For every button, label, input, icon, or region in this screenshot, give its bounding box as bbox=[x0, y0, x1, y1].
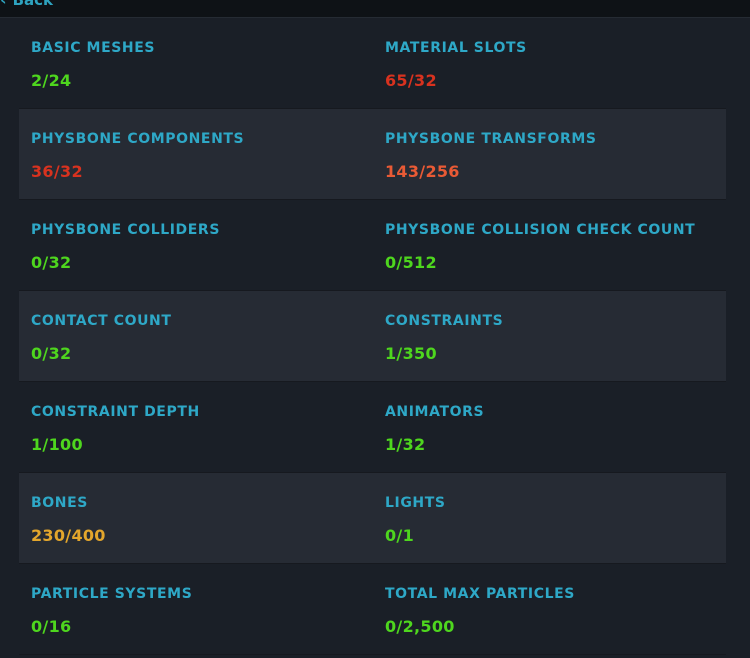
stat-value: 0/512 bbox=[385, 253, 437, 272]
stat-value: 1/350 bbox=[385, 344, 437, 363]
stats-row: CONSTRAINT DEPTH 1/100 ANIMATORS 1/32 bbox=[19, 382, 726, 473]
stat-label: CONSTRAINT DEPTH bbox=[31, 404, 200, 420]
stat-lights: LIGHTS 0/1 bbox=[385, 495, 446, 545]
stat-label: MATERIAL SLOTS bbox=[385, 40, 527, 56]
chevron-left-icon: ‹ bbox=[0, 0, 7, 8]
stat-label: BONES bbox=[31, 495, 88, 511]
stat-value: 1/32 bbox=[385, 435, 426, 454]
back-button[interactable]: ‹ Back bbox=[0, 0, 53, 10]
stat-physbone-colliders: PHYSBONE COLLIDERS 0/32 bbox=[31, 222, 220, 272]
stat-physbone-collision-check-count: PHYSBONE COLLISION CHECK COUNT 0/512 bbox=[385, 222, 695, 272]
stats-row: PARTICLE SYSTEMS 0/16 TOTAL MAX PARTICLE… bbox=[19, 564, 726, 655]
stats-row: BONES 230/400 LIGHTS 0/1 bbox=[19, 473, 726, 564]
stat-material-slots: MATERIAL SLOTS 65/32 bbox=[385, 40, 527, 90]
stat-label: PHYSBONE COLLISION CHECK COUNT bbox=[385, 222, 696, 238]
stat-label: PHYSBONE COLLIDERS bbox=[31, 222, 220, 238]
stat-value: 0/32 bbox=[31, 344, 72, 363]
stat-contact-count: CONTACT COUNT 0/32 bbox=[31, 313, 172, 363]
stat-label: LIGHTS bbox=[385, 495, 446, 511]
stat-animators: ANIMATORS 1/32 bbox=[385, 404, 484, 454]
stat-label: PHYSBONE COMPONENTS bbox=[31, 131, 245, 147]
stat-label: CONSTRAINTS bbox=[385, 313, 504, 329]
stat-value: 65/32 bbox=[385, 71, 437, 90]
stats-row: BASIC MESHES 2/24 MATERIAL SLOTS 65/32 bbox=[19, 18, 726, 109]
stat-physbone-components: PHYSBONE COMPONENTS 36/32 bbox=[31, 131, 244, 181]
stat-label: PHYSBONE TRANSFORMS bbox=[385, 131, 597, 147]
stat-label: CONTACT COUNT bbox=[31, 313, 172, 329]
stats-row: PHYSBONE COMPONENTS 36/32 PHYSBONE TRANS… bbox=[19, 109, 726, 200]
stat-label: ANIMATORS bbox=[385, 404, 485, 420]
stat-total-max-particles: TOTAL MAX PARTICLES 0/2,500 bbox=[385, 586, 575, 636]
performance-stats-panel: BASIC MESHES 2/24 MATERIAL SLOTS 65/32 P… bbox=[19, 18, 726, 658]
stat-value: 143/256 bbox=[385, 162, 460, 181]
stat-label: PARTICLE SYSTEMS bbox=[31, 586, 193, 602]
back-label: Back bbox=[12, 0, 54, 9]
stats-row: CONTACT COUNT 0/32 CONSTRAINTS 1/350 bbox=[19, 291, 726, 382]
stat-value: 0/16 bbox=[31, 617, 72, 636]
stat-basic-meshes: BASIC MESHES 2/24 bbox=[31, 40, 155, 90]
stat-value: 2/24 bbox=[31, 71, 72, 90]
stat-constraint-depth: CONSTRAINT DEPTH 1/100 bbox=[31, 404, 200, 454]
stat-value: 230/400 bbox=[31, 526, 106, 545]
stat-value: 0/1 bbox=[385, 526, 415, 545]
stat-value: 36/32 bbox=[31, 162, 83, 181]
stat-constraints: CONSTRAINTS 1/350 bbox=[385, 313, 503, 363]
stat-value: 1/100 bbox=[31, 435, 83, 454]
stat-value: 0/32 bbox=[31, 253, 72, 272]
stat-label: BASIC MESHES bbox=[31, 40, 156, 56]
stat-value: 0/2,500 bbox=[385, 617, 455, 636]
stat-physbone-transforms: PHYSBONE TRANSFORMS 143/256 bbox=[385, 131, 597, 181]
top-bar: ‹ Back bbox=[0, 0, 750, 18]
stats-row: PHYSBONE COLLIDERS 0/32 PHYSBONE COLLISI… bbox=[19, 200, 726, 291]
stat-bones: BONES 230/400 bbox=[31, 495, 106, 545]
stat-particle-systems: PARTICLE SYSTEMS 0/16 bbox=[31, 586, 192, 636]
stat-label: TOTAL MAX PARTICLES bbox=[385, 586, 575, 602]
